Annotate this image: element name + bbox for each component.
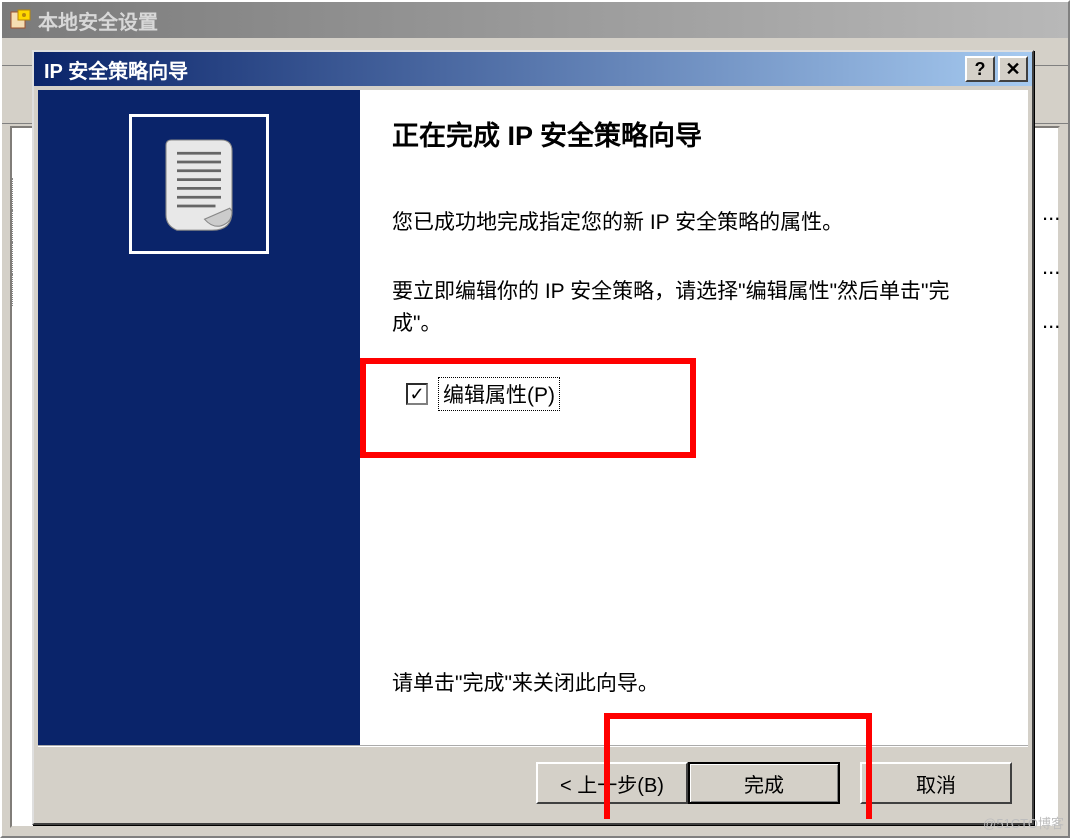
help-button[interactable]: ? [965,56,995,82]
watermark: @51CTO博客 [983,813,1064,832]
finish-button[interactable]: 完成 [688,762,840,804]
close-icon: ✕ [1005,59,1020,80]
help-icon: ? [975,59,986,80]
wizard-heading: 正在完成 IP 安全策略向导 [392,114,998,153]
wizard-instruction-text: 要立即编辑你的 IP 安全策略，请选择"编辑属性"然后单击"完成"。 [392,276,998,341]
truncated-column-indicator: ... ... ... [1042,200,1062,362]
wizard-content: 正在完成 IP 安全策略向导 您已成功地完成指定您的新 IP 安全策略的属性。 … [360,90,1028,745]
wizard-main: 正在完成 IP 安全策略向导 您已成功地完成指定您的新 IP 安全策略的属性。 … [38,90,1028,745]
wizard-footer: < 上一步(B) 完成 取消 [38,745,1028,819]
edit-properties-label[interactable]: 编辑属性(P) [438,377,560,411]
parent-window-title: 本地安全设置 [38,6,158,35]
dialog-titlebar[interactable]: IP 安全策略向导 ? ✕ [34,52,1032,86]
close-button[interactable]: ✕ [998,56,1028,82]
ip-security-policy-wizard-dialog: IP 安全策略向导 ? ✕ [32,50,1034,825]
wizard-banner [38,90,360,745]
wizard-success-text: 您已成功地完成指定您的新 IP 安全策略的属性。 [392,207,998,240]
wizard-document-icon [129,114,269,254]
cancel-button[interactable]: 取消 [860,762,1012,804]
parent-titlebar: 本地安全设置 [2,2,1068,38]
edit-properties-checkbox[interactable]: ✓ [406,383,428,405]
security-settings-icon [8,8,32,32]
back-button[interactable]: < 上一步(B) [536,762,688,804]
checkmark-icon: ✓ [409,385,424,403]
dialog-body: 正在完成 IP 安全策略向导 您已成功地完成指定您的新 IP 安全策略的属性。 … [38,90,1028,819]
edit-properties-row: ✓ 编辑属性(P) [406,377,998,411]
wizard-closing-text: 请单击"完成"来关闭此向导。 [392,667,659,697]
dialog-title: IP 安全策略向导 [38,55,962,84]
